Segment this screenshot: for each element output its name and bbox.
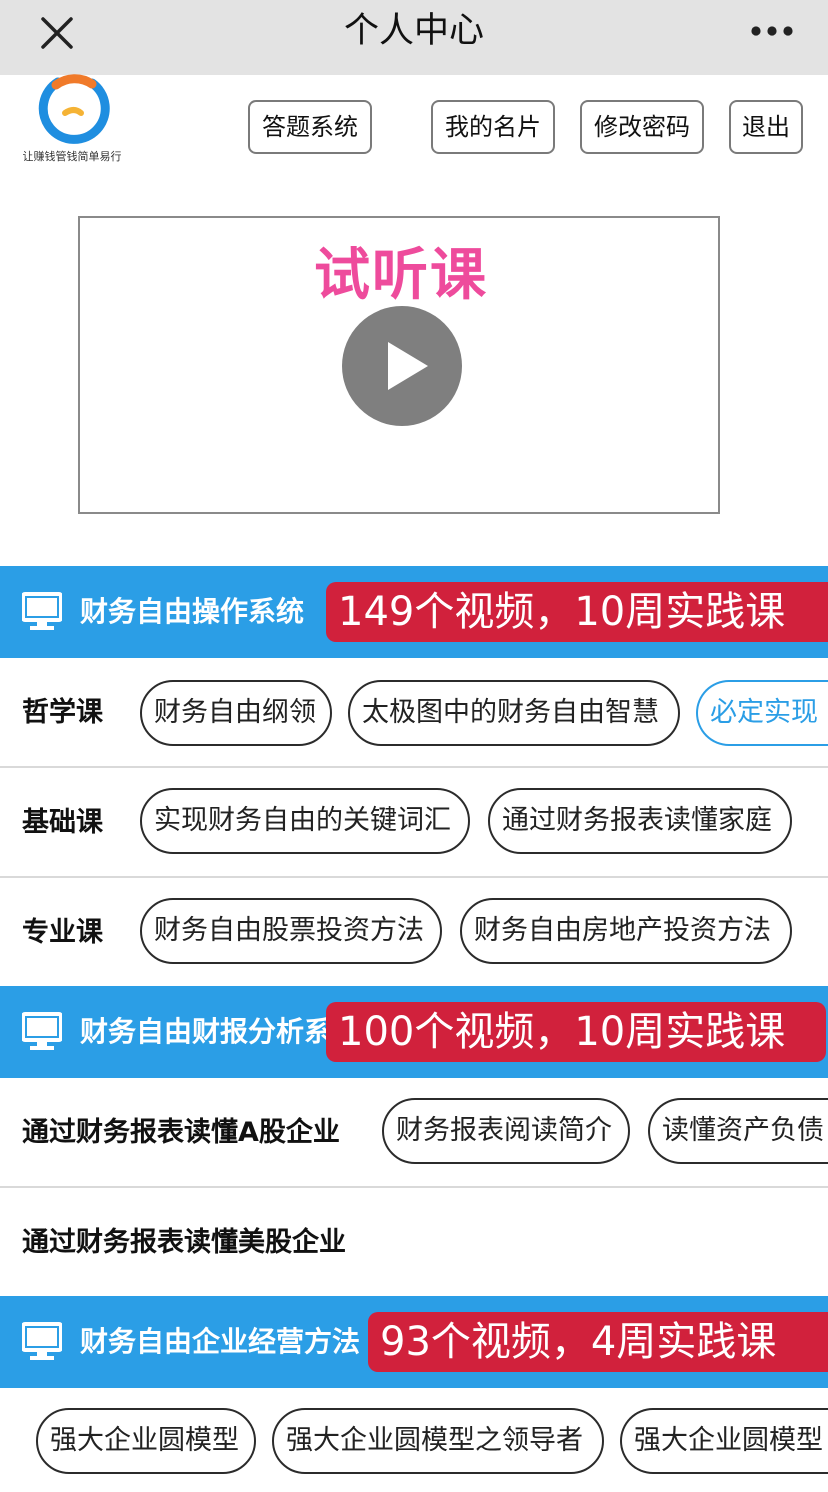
section-header-enterprise-management[interactable]: 财务自由企业经营方法 93个视频，4周实践课 — [0, 1296, 828, 1388]
close-icon[interactable] — [30, 8, 84, 62]
trial-video-player[interactable]: 试听课 — [78, 216, 720, 514]
quiz-system-button[interactable]: 答题系统 — [248, 100, 372, 154]
course-pill[interactable]: 必定实现 — [696, 680, 828, 746]
course-pill[interactable]: 读懂资产负债 — [648, 1098, 828, 1164]
more-icon[interactable] — [744, 10, 800, 50]
play-button[interactable] — [342, 306, 462, 426]
course-row-a-share: 通过财务报表读懂A股企业 财务报表阅读简介 读懂资产负债 — [0, 1078, 828, 1188]
course-row-philosophy: 哲学课 财务自由纲领 太极图中的财务自由智慧 必定实现 — [0, 658, 828, 768]
row-label: 基础课 — [22, 807, 103, 838]
course-row-basic: 基础课 实现财务自由的关键词汇 通过财务报表读懂家庭 — [0, 768, 828, 878]
course-pill[interactable]: 实现财务自由的关键词汇 — [140, 788, 470, 854]
course-pill[interactable]: 财务报表阅读简介 — [382, 1098, 630, 1164]
section-title: 财务自由操作系统 — [80, 595, 305, 628]
logo-slogan: 让赚钱管钱简单易行 — [22, 150, 122, 163]
video-count-badge: 149个视频，10周实践课 — [326, 582, 828, 642]
my-card-button[interactable]: 我的名片 — [431, 100, 555, 154]
course-pill[interactable]: 通过财务报表读懂家庭 — [488, 788, 792, 854]
top-nav-bar: 个人中心 — [0, 0, 828, 75]
monitor-icon — [21, 1322, 63, 1362]
section-header-financial-report-analysis[interactable]: 财务自由财报分析系统 100个视频，10周实践课 — [0, 986, 828, 1078]
course-pill[interactable]: 财务自由房地产投资方法 — [460, 898, 792, 964]
change-password-button[interactable]: 修改密码 — [580, 100, 704, 154]
section-title: 财务自由企业经营方法 — [80, 1325, 361, 1358]
course-pill[interactable]: 强大企业圆模型 — [36, 1408, 256, 1474]
video-title: 试听课 — [314, 243, 488, 308]
course-row-enterprise: 强大企业圆模型 强大企业圆模型之领导者 强大企业圆模型 — [0, 1388, 828, 1492]
course-pill[interactable]: 强大企业圆模型之领导者 — [272, 1408, 604, 1474]
section-title: 财务自由财报分析系统 — [80, 1015, 328, 1048]
course-row-us-stock: 通过财务报表读懂美股企业 — [0, 1188, 828, 1298]
row-label: 专业课 — [22, 917, 103, 948]
course-pill[interactable]: 财务自由纲领 — [140, 680, 332, 746]
play-icon — [388, 342, 428, 390]
course-pill[interactable]: 强大企业圆模型 — [620, 1408, 828, 1474]
page-title: 个人中心 — [343, 11, 484, 51]
row-label[interactable]: 通过财务报表读懂美股企业 — [22, 1188, 346, 1298]
video-count-badge: 93个视频，4周实践课 — [368, 1312, 828, 1372]
row-label: 哲学课 — [22, 697, 103, 728]
monitor-icon — [21, 1012, 63, 1052]
row-label: 通过财务报表读懂A股企业 — [22, 1117, 340, 1148]
section-header-financial-freedom-os[interactable]: 财务自由操作系统 149个视频，10周实践课 — [0, 566, 828, 658]
course-row-professional: 专业课 财务自由股票投资方法 财务自由房地产投资方法 — [0, 878, 828, 988]
course-pill[interactable]: 太极图中的财务自由智慧 — [348, 680, 680, 746]
video-count-badge: 100个视频，10周实践课 — [326, 1002, 826, 1062]
monitor-icon — [21, 592, 63, 632]
course-pill[interactable]: 财务自由股票投资方法 — [140, 898, 442, 964]
logout-button[interactable]: 退出 — [729, 100, 803, 154]
